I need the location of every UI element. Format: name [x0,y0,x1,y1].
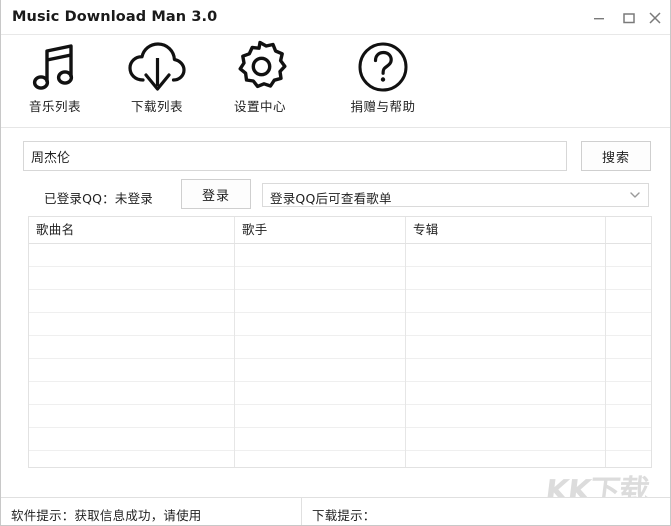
table-row[interactable] [29,428,651,451]
playlist-select[interactable]: 登录QQ后可查看歌单 [262,183,649,207]
table-row[interactable] [29,336,651,359]
playlist-select-value: 登录QQ后可查看歌单 [270,191,392,206]
table-rows [29,244,651,467]
toolbar-item-settings[interactable]: 设置中心 [206,36,314,127]
table-row[interactable] [29,405,651,428]
application-window: Music Download Man 3.0 音乐列表 下载列表 设置中心 捐赠… [0,0,671,526]
chevron-down-icon [630,192,640,198]
toolbar-item-label: 设置中心 [233,99,286,114]
table-column-header-extra[interactable] [606,217,651,243]
table-row[interactable] [29,382,651,405]
search-input[interactable] [23,141,567,171]
table-row[interactable] [29,290,651,313]
gear-icon [206,36,314,100]
minimize-icon [594,18,604,20]
toolbar-item-donate-help[interactable]: 捐赠与帮助 [329,36,437,127]
main-toolbar: 音乐列表 下载列表 设置中心 捐赠与帮助 [1,36,670,127]
table-row[interactable] [29,359,651,382]
column-divider [405,244,406,467]
close-button[interactable] [646,9,664,27]
toolbar-separator [1,127,670,128]
table-row[interactable] [29,244,651,267]
toolbar-item-music-list[interactable]: 音乐列表 [1,36,109,127]
title-bar: Music Download Man 3.0 [1,0,670,35]
column-divider [234,244,235,467]
status-software-tip: 软件提示：获取信息成功，请使用 [11,508,202,523]
status-download-tip: 下载提示： [312,508,376,523]
search-button[interactable]: 搜索 [581,141,651,171]
toolbar-item-download-list[interactable]: 下载列表 [103,36,211,127]
login-button[interactable]: 登录 [181,179,251,209]
maximize-icon [623,13,635,24]
table-header-row: 歌曲名 歌手 专辑 [29,217,651,244]
table-column-header-song[interactable]: 歌曲名 [29,217,234,243]
minimize-button[interactable] [590,9,608,27]
column-divider [605,244,606,467]
close-icon [649,12,661,24]
music-note-icon [1,36,109,100]
toolbar-item-label: 下载列表 [130,99,183,114]
qq-login-status-label: 已登录QQ：未登录 [44,191,153,206]
table-body[interactable] [29,244,651,467]
table-row[interactable] [29,313,651,336]
song-table[interactable]: 歌曲名 歌手 专辑 [28,216,652,468]
table-row[interactable] [29,451,651,467]
toolbar-item-label: 捐赠与帮助 [350,99,416,114]
maximize-button[interactable] [620,9,638,27]
toolbar-item-label: 音乐列表 [28,99,81,114]
question-circle-icon [329,36,437,100]
table-column-header-artist[interactable]: 歌手 [235,217,405,243]
status-bar: 软件提示：获取信息成功，请使用 下载提示： [1,497,670,525]
status-divider [301,498,302,525]
table-row[interactable] [29,267,651,290]
window-title: Music Download Man 3.0 [12,9,218,25]
table-column-header-album[interactable]: 专辑 [406,217,605,243]
cloud-download-icon [103,36,211,100]
